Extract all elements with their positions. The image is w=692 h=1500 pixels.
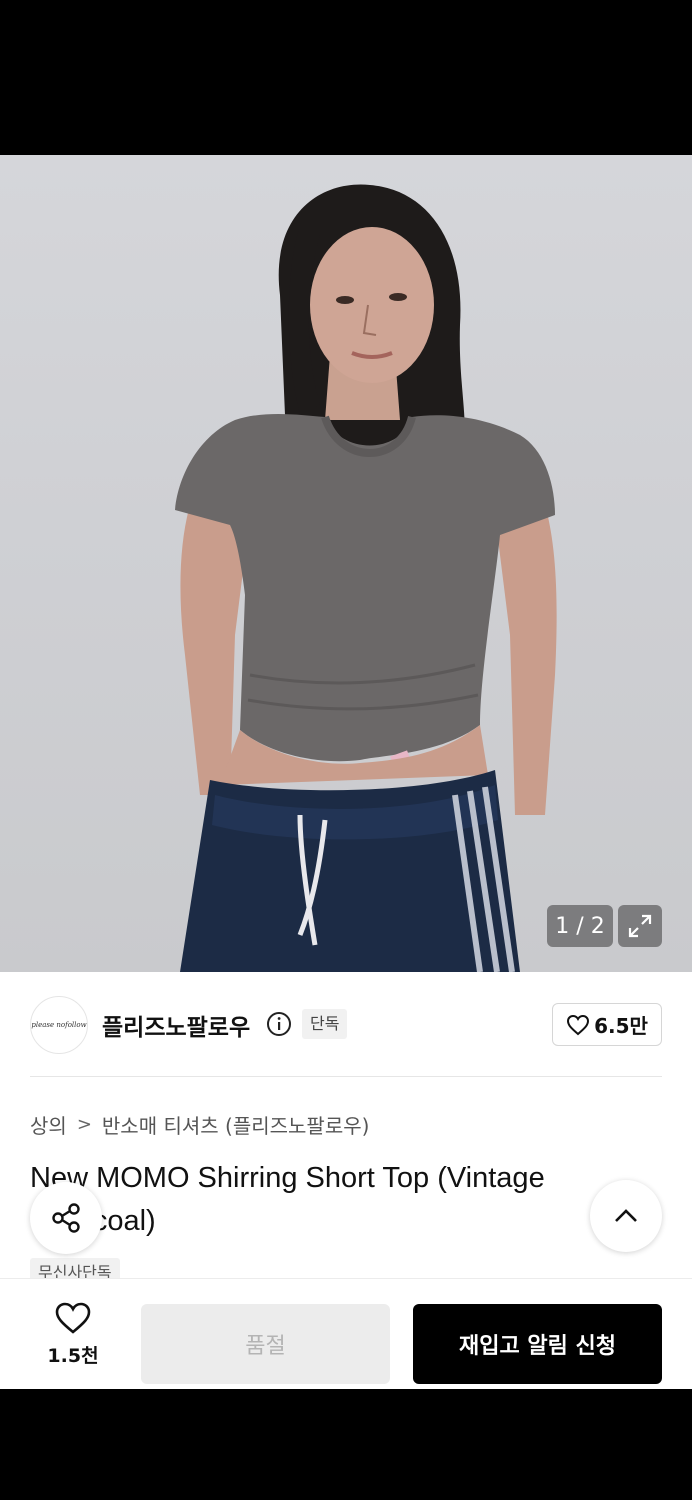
product-image[interactable] [0,155,692,972]
share-icon [52,1203,80,1233]
heart-outline-icon [55,1302,91,1334]
brand-logo[interactable]: please nofollow [30,996,88,1054]
heart-icon [567,1014,590,1035]
navigation-bar-area [0,1389,692,1500]
breadcrumb: 상의 > 반소매 티셔츠 (플리즈노팔로우) [30,1110,369,1139]
exclusive-badge: 단독 [302,1009,348,1039]
product-like-count: 1.5천 [47,1345,99,1367]
expand-icon [628,914,652,938]
divider [30,1076,662,1077]
share-button[interactable] [30,1182,102,1254]
brand-like-button[interactable]: 6.5만 [552,1003,662,1046]
breadcrumb-subcategory[interactable]: 반소매 티셔츠 (플리즈노팔로우) [102,1110,370,1139]
chevron-up-icon [615,1209,637,1222]
model-photo [175,184,557,972]
product-info: please nofollow 플리즈노팔로우 단독 6.5만 상의 > 반소매… [0,972,692,1389]
restock-alert-button[interactable]: 재입고 알림 신청 [413,1304,662,1384]
soldout-button: 품절 [141,1304,390,1384]
breadcrumb-category[interactable]: 상의 [30,1110,67,1139]
brand-name[interactable]: 플리즈노팔로우 [102,1008,250,1042]
breadcrumb-separator: > [76,1114,92,1135]
image-counter: 1 / 2 [547,905,613,947]
brand-like-count: 6.5만 [594,1014,648,1038]
info-icon[interactable] [266,1011,292,1037]
product-like-button[interactable]: 1.5천 [30,1301,116,1368]
status-bar-area [0,0,692,155]
brand-logo-text: please nofollow [31,1021,87,1029]
scroll-top-button[interactable] [590,1180,662,1252]
expand-image-button[interactable] [618,905,662,947]
bottom-action-bar: 1.5천 품절 재입고 알림 신청 [0,1278,692,1389]
product-title: New MOMO Shirring Short Top (Vintage Cha… [30,1162,545,1237]
